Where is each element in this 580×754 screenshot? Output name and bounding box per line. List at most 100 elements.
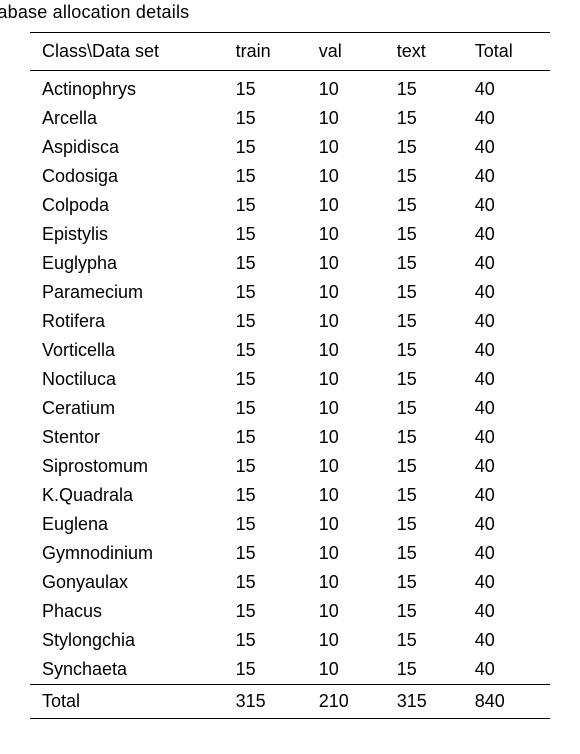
cell-total: 40 [467, 626, 550, 655]
table-row: Ceratium15101540 [30, 394, 550, 423]
cell-text: 15 [389, 71, 467, 105]
cell-train: 15 [228, 220, 311, 249]
cell-train: 15 [228, 307, 311, 336]
table-row: Noctiluca15101540 [30, 365, 550, 394]
table-row: K.Quadrala15101540 [30, 481, 550, 510]
cell-val: 10 [311, 336, 389, 365]
cell-text: 15 [389, 162, 467, 191]
header-class: Class\Data set [30, 33, 228, 71]
cell-class: Colpoda [30, 191, 228, 220]
cell-val: 10 [311, 162, 389, 191]
cell-total: 40 [467, 307, 550, 336]
total-cell-text: 315 [389, 685, 467, 719]
cell-text: 15 [389, 423, 467, 452]
table-row: Gymnodinium15101540 [30, 539, 550, 568]
cell-text: 15 [389, 568, 467, 597]
cell-text: 15 [389, 539, 467, 568]
cell-class: Vorticella [30, 336, 228, 365]
cell-text: 15 [389, 220, 467, 249]
cell-train: 15 [228, 626, 311, 655]
cell-total: 40 [467, 71, 550, 105]
cell-val: 10 [311, 133, 389, 162]
cell-val: 10 [311, 191, 389, 220]
cell-val: 10 [311, 626, 389, 655]
table-row: Euglypha15101540 [30, 249, 550, 278]
total-cell-class: Total [30, 685, 228, 719]
cell-total: 40 [467, 452, 550, 481]
cell-text: 15 [389, 626, 467, 655]
cell-text: 15 [389, 365, 467, 394]
cell-total: 40 [467, 278, 550, 307]
cell-train: 15 [228, 104, 311, 133]
header-train: train [228, 33, 311, 71]
cell-train: 15 [228, 510, 311, 539]
cell-train: 15 [228, 162, 311, 191]
table-caption: atabase allocation details [0, 2, 189, 23]
cell-total: 40 [467, 133, 550, 162]
cell-class: Arcella [30, 104, 228, 133]
allocation-table: Class\Data set train val text Total Acti… [30, 32, 550, 719]
header-val: val [311, 33, 389, 71]
cell-class: Synchaeta [30, 655, 228, 685]
cell-val: 10 [311, 307, 389, 336]
cell-val: 10 [311, 365, 389, 394]
cell-class: Euglena [30, 510, 228, 539]
cell-class: K.Quadrala [30, 481, 228, 510]
cell-val: 10 [311, 423, 389, 452]
cell-text: 15 [389, 307, 467, 336]
cell-train: 15 [228, 423, 311, 452]
cell-train: 15 [228, 336, 311, 365]
cell-class: Phacus [30, 597, 228, 626]
cell-total: 40 [467, 365, 550, 394]
table-row: Synchaeta15101540 [30, 655, 550, 685]
cell-class: Gymnodinium [30, 539, 228, 568]
cell-text: 15 [389, 249, 467, 278]
cell-train: 15 [228, 133, 311, 162]
cell-text: 15 [389, 655, 467, 685]
cell-text: 15 [389, 510, 467, 539]
cell-text: 15 [389, 336, 467, 365]
cell-train: 15 [228, 249, 311, 278]
cell-train: 15 [228, 481, 311, 510]
cell-class: Codosiga [30, 162, 228, 191]
table-totals-row: Total315210315840 [30, 685, 550, 719]
cell-total: 40 [467, 249, 550, 278]
table-row: Rotifera15101540 [30, 307, 550, 336]
cell-train: 15 [228, 568, 311, 597]
table-row: Epistylis15101540 [30, 220, 550, 249]
cell-total: 40 [467, 336, 550, 365]
cell-class: Ceratium [30, 394, 228, 423]
cell-class: Noctiluca [30, 365, 228, 394]
cell-train: 15 [228, 655, 311, 685]
table-row: Stylongchia15101540 [30, 626, 550, 655]
cell-train: 15 [228, 278, 311, 307]
cell-text: 15 [389, 104, 467, 133]
cell-val: 10 [311, 481, 389, 510]
cell-class: Euglypha [30, 249, 228, 278]
table-row: Stentor15101540 [30, 423, 550, 452]
cell-total: 40 [467, 568, 550, 597]
header-text: text [389, 33, 467, 71]
cell-val: 10 [311, 510, 389, 539]
cell-val: 10 [311, 655, 389, 685]
cell-class: Siprostomum [30, 452, 228, 481]
total-cell-val: 210 [311, 685, 389, 719]
cell-train: 15 [228, 365, 311, 394]
cell-val: 10 [311, 278, 389, 307]
cell-total: 40 [467, 539, 550, 568]
cell-val: 10 [311, 71, 389, 105]
total-cell-train: 315 [228, 685, 311, 719]
table-row: Euglena15101540 [30, 510, 550, 539]
cell-total: 40 [467, 104, 550, 133]
table-row: Aspidisca15101540 [30, 133, 550, 162]
cell-text: 15 [389, 597, 467, 626]
cell-class: Aspidisca [30, 133, 228, 162]
cell-class: Epistylis [30, 220, 228, 249]
cell-val: 10 [311, 597, 389, 626]
cell-text: 15 [389, 481, 467, 510]
cell-class: Paramecium [30, 278, 228, 307]
cell-train: 15 [228, 597, 311, 626]
cell-train: 15 [228, 71, 311, 105]
table-container: Class\Data set train val text Total Acti… [30, 32, 550, 719]
cell-class: Rotifera [30, 307, 228, 336]
